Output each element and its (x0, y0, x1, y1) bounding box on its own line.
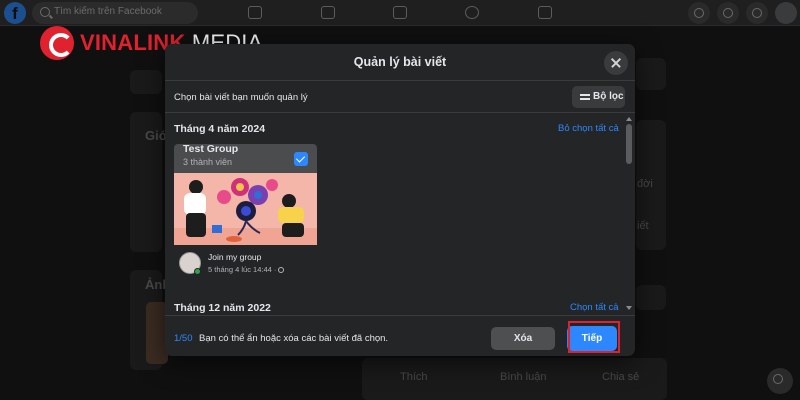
vinalink-logo-icon (40, 26, 74, 60)
background-tab (130, 70, 162, 94)
dialog-footer: 1/50 Bạn có thể ẩn hoặc xóa các bài viết… (165, 315, 635, 356)
marketplace-icon[interactable] (393, 6, 407, 19)
next-button-highlight (568, 321, 620, 353)
post-timestamp: 5 tháng 4 lúc 14:44 · (208, 265, 285, 274)
member-count: 3 thành viên (183, 157, 233, 167)
home-icon[interactable] (248, 6, 262, 19)
post-time: 5 tháng 4 lúc 14:44 · (208, 265, 277, 274)
footer-hint: Bạn có thể ẩn hoặc xóa các bài viết đã c… (199, 333, 389, 344)
filter-button[interactable]: Bộ lọc (572, 86, 625, 108)
top-navigation-bar: f Tìm kiếm trên Facebook (0, 0, 800, 26)
post-author-row: Join my group 5 tháng 4 lúc 14:44 · (174, 245, 317, 280)
selected-count: 1/50 (174, 333, 193, 344)
scroll-up-icon[interactable] (626, 117, 632, 121)
profile-avatar[interactable] (775, 2, 797, 24)
new-message-icon[interactable] (767, 368, 793, 394)
scroll-down-icon[interactable] (626, 306, 632, 310)
group-name: Test Group (183, 143, 239, 155)
background-dropdown (636, 58, 666, 90)
dialog-subtitle: Chọn bài viết bạn muốn quản lý (174, 92, 308, 103)
search-icon (40, 7, 50, 17)
online-status-icon (194, 268, 201, 275)
background-right-text-2: iết (637, 220, 649, 232)
post-card[interactable]: Test Group 3 thành viên Join my group 5 … (174, 143, 317, 280)
gaming-icon[interactable] (538, 6, 552, 19)
close-icon[interactable] (604, 51, 628, 75)
search-input[interactable]: Tìm kiếm trên Facebook (32, 2, 198, 24)
messenger-icon[interactable] (717, 2, 739, 24)
deselect-all-link[interactable]: Bỏ chọn tất cả (558, 123, 619, 134)
scrollbar-thumb[interactable] (626, 124, 632, 164)
select-all-link[interactable]: Chọn tất cả (570, 302, 619, 313)
filter-icon (580, 93, 590, 101)
dialog-title: Quản lý bài viết (353, 55, 447, 69)
groups-icon[interactable] (465, 6, 479, 19)
facebook-logo-icon[interactable]: f (4, 2, 26, 24)
video-icon[interactable] (321, 6, 335, 19)
posts-list[interactable]: Tháng 4 năm 2024 Bỏ chọn tất cả Test Gro… (165, 113, 635, 313)
filter-label: Bộ lọc (593, 91, 624, 102)
dialog-subheader: Chọn bài viết bạn muốn quản lý Bộ lọc (165, 81, 635, 113)
like-action: Thích (400, 371, 428, 383)
cover-illustration (174, 173, 317, 245)
share-action: Chia sẻ (602, 371, 640, 383)
search-placeholder: Tìm kiếm trên Facebook (54, 6, 162, 17)
group-cover-image (174, 173, 317, 245)
globe-icon (278, 267, 285, 274)
delete-button[interactable]: Xóa (491, 327, 555, 350)
menu-icon[interactable] (688, 2, 710, 24)
section-heading-apr-2024: Tháng 4 năm 2024 (174, 123, 266, 135)
manage-posts-dialog: Quản lý bài viết Chọn bài viết bạn muốn … (165, 44, 635, 356)
background-more-button (636, 285, 666, 310)
section-heading-dec-2022: Tháng 12 năm 2022 (174, 302, 271, 313)
author-name[interactable]: Join my group (208, 252, 261, 262)
background-right-text-1: đời (637, 178, 653, 190)
comment-action: Bình luận (500, 371, 547, 383)
post-card-header: Test Group 3 thành viên (174, 143, 317, 173)
post-checkbox[interactable] (294, 152, 308, 166)
notifications-icon[interactable] (746, 2, 768, 24)
dialog-header: Quản lý bài viết (165, 44, 635, 81)
